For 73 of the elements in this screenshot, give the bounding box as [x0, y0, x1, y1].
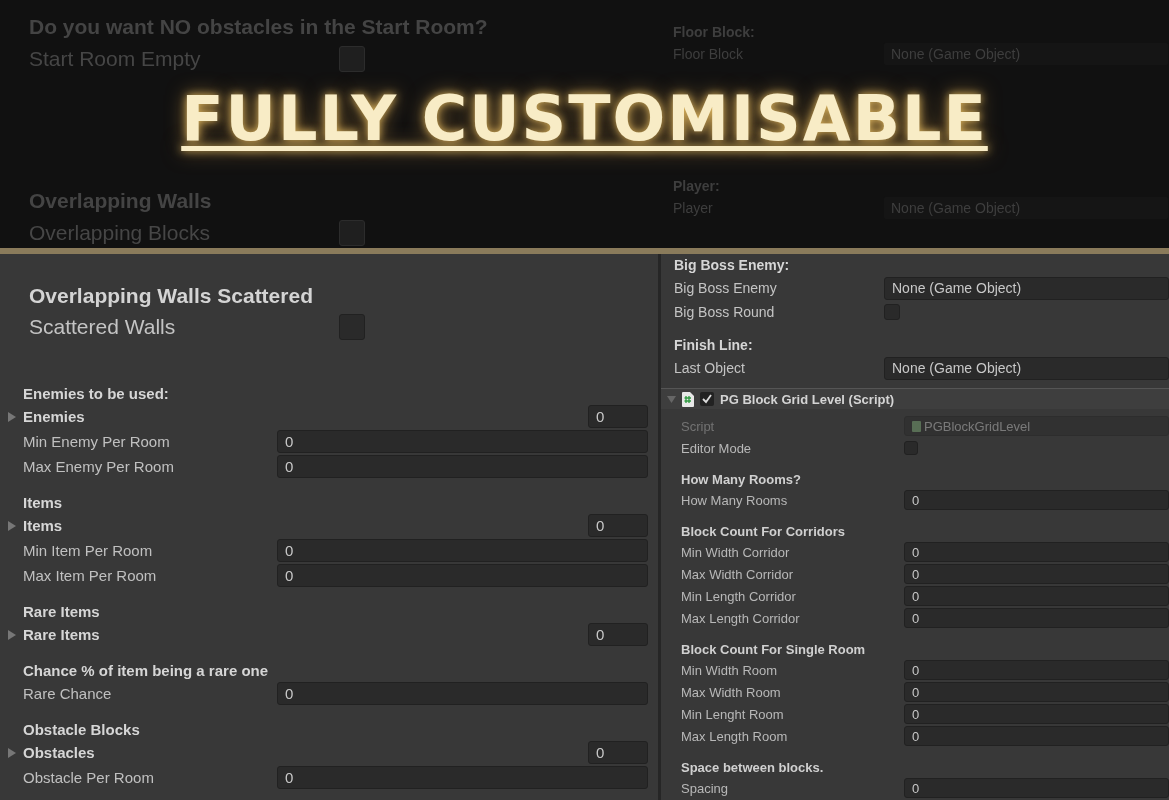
- foldout-triangle-icon[interactable]: [7, 411, 17, 422]
- field-label: How Many Rooms: [681, 492, 789, 508]
- field-label: Min Lenght Room: [681, 706, 785, 722]
- number-field[interactable]: 0: [277, 682, 648, 705]
- field-label: Script: [681, 418, 716, 434]
- section-heading: Block Count For Corridors: [681, 522, 846, 541]
- number-field[interactable]: 0: [904, 660, 1169, 680]
- checkbox[interactable]: [339, 220, 365, 246]
- foldout-triangle-icon[interactable]: [667, 394, 676, 404]
- number-field[interactable]: 0: [277, 766, 648, 789]
- field-label: Max Length Corridor: [681, 610, 801, 626]
- list-label: Items: [23, 517, 64, 534]
- headline: FULLY CUSTOMISABLE: [181, 82, 988, 155]
- component-title: PG Block Grid Level (Script): [720, 391, 895, 407]
- number-field[interactable]: 0: [277, 430, 648, 453]
- section-heading: Finish Line:: [674, 336, 754, 355]
- section-heading: Enemies to be used:: [23, 383, 170, 404]
- field-label: Last Object: [674, 360, 746, 376]
- number-field[interactable]: 0: [904, 564, 1169, 584]
- number-field[interactable]: 0: [904, 778, 1169, 798]
- number-field[interactable]: 0: [904, 586, 1169, 606]
- script-field: PGBlockGridLevel: [904, 416, 1169, 436]
- number-field[interactable]: 0: [904, 726, 1169, 746]
- field-label: Big Boss Enemy: [674, 280, 778, 296]
- field-label: Max Width Room: [681, 684, 782, 700]
- list-label: Enemies: [23, 408, 86, 425]
- checkbox[interactable]: [700, 392, 714, 406]
- section-heading: Big Boss Enemy:: [674, 256, 791, 275]
- field-label: Rare Chance: [23, 685, 113, 702]
- field-label: Max Item Per Room: [23, 567, 158, 584]
- number-field[interactable]: 0: [904, 542, 1169, 562]
- count-field[interactable]: 0: [588, 741, 648, 764]
- object-field[interactable]: None (Game Object): [884, 356, 1169, 380]
- section-heading: How Many Rooms?: [681, 470, 802, 489]
- number-field[interactable]: 0: [904, 608, 1169, 628]
- foldout-triangle-icon[interactable]: [7, 747, 17, 758]
- number-field[interactable]: 0: [904, 682, 1169, 702]
- section-heading: Block Count For Single Room: [681, 640, 867, 659]
- field-label: Max Length Room: [681, 728, 789, 744]
- field-label: Min Item Per Room: [23, 542, 154, 559]
- field-label: Scattered Walls: [29, 315, 177, 339]
- section-heading: Rare Items: [23, 601, 101, 622]
- field-label: Max Width Corridor: [681, 566, 794, 582]
- section-heading: Chance % of item being a rare one: [23, 660, 270, 681]
- section-heading: Space between blocks.: [681, 758, 825, 777]
- number-field[interactable]: 0: [904, 704, 1169, 724]
- script-file-icon: [912, 420, 921, 432]
- field-label: Min Width Room: [681, 662, 779, 678]
- list-label: Obstacles: [23, 744, 96, 761]
- field-label: Min Enemy Per Room: [23, 433, 171, 450]
- foldout-triangle-icon[interactable]: [7, 520, 17, 531]
- count-field[interactable]: 0: [588, 405, 648, 428]
- number-field[interactable]: 0: [277, 539, 648, 562]
- list-label: Rare Items: [23, 626, 101, 643]
- object-field[interactable]: None (Game Object): [884, 276, 1169, 300]
- field-label: Min Width Corridor: [681, 544, 791, 560]
- number-field[interactable]: 0: [277, 455, 648, 478]
- script-file-icon: [682, 391, 694, 407]
- count-field[interactable]: 0: [588, 623, 648, 646]
- field-label: Min Length Corridor: [681, 588, 797, 604]
- number-field[interactable]: 0: [277, 564, 648, 587]
- section-heading: Overlapping Walls Scattered: [29, 283, 314, 309]
- section-heading: Items: [23, 492, 64, 513]
- foldout-triangle-icon[interactable]: [7, 629, 17, 640]
- field-label: Big Boss Round: [674, 304, 776, 320]
- number-field[interactable]: 0: [904, 490, 1169, 510]
- count-field[interactable]: 0: [588, 514, 648, 537]
- field-label: Obstacle Per Room: [23, 769, 155, 786]
- field-label: Editor Mode: [681, 440, 753, 456]
- field-label: Spacing: [681, 780, 729, 796]
- field-label: Max Enemy Per Room: [23, 458, 175, 475]
- checkbox[interactable]: [339, 46, 365, 72]
- section-heading: Obstacle Blocks: [23, 719, 141, 740]
